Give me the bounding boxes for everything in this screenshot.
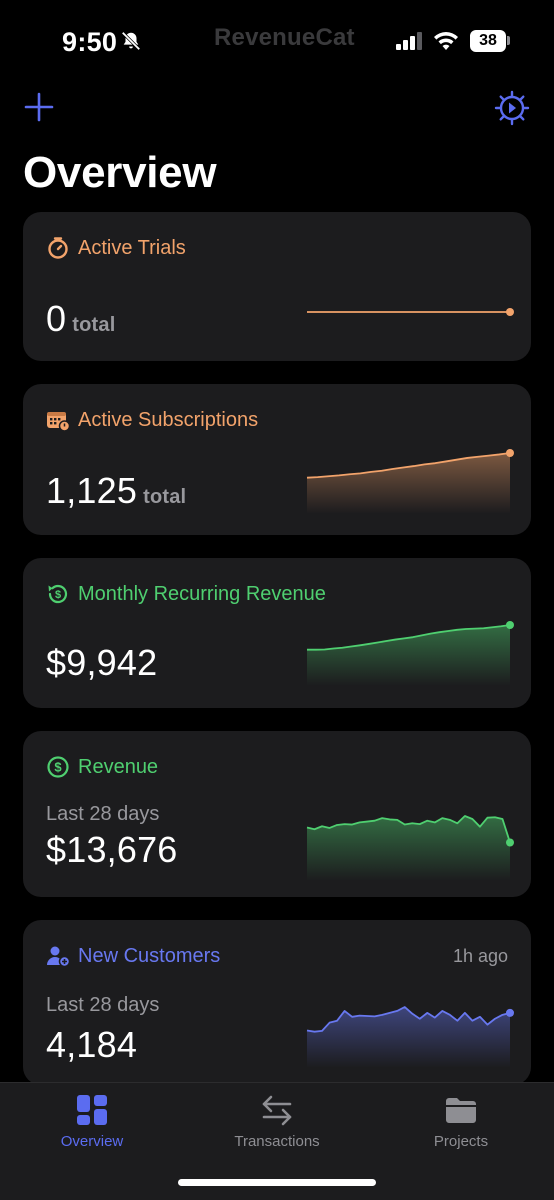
card-value: 0 total (46, 298, 115, 340)
brand-logo: RevenueCat (214, 24, 355, 51)
revenue-card[interactable]: $ Revenue Last 28 days $13,676 (23, 731, 531, 897)
status-time: 9:50 (62, 27, 118, 57)
bell-muted-icon (121, 31, 141, 51)
card-header: $ Monthly Recurring Revenue (46, 582, 326, 606)
value-number: 4,184 (46, 1024, 138, 1065)
tab-label: Transactions (234, 1133, 320, 1150)
calendar-icon (47, 412, 70, 432)
value-number: 0 (46, 298, 67, 339)
sparkline-area (307, 453, 510, 514)
value-number: $13,676 (46, 829, 178, 870)
card-subtitle: Last 28 days (46, 994, 160, 1016)
folder-icon (446, 1098, 476, 1123)
sparkline-chart (306, 1006, 514, 1068)
tab-transactions[interactable]: Transactions (207, 1093, 347, 1150)
active-subscriptions-card[interactable]: Active Subscriptions 1,125 total (23, 384, 531, 535)
timer-icon (48, 237, 68, 259)
add-icon[interactable] (24, 92, 54, 122)
card-value: 4,184 (46, 1024, 137, 1066)
dollar-circle-icon: $ (47, 756, 69, 778)
battery-indicator: 38 (470, 30, 506, 52)
value-unit: total (72, 314, 116, 336)
tab-label: Overview (60, 1133, 124, 1150)
wifi-icon (434, 32, 458, 50)
sparkline-endpoint (506, 1008, 514, 1017)
sparkline-chart (306, 815, 514, 881)
card-title: Active Subscriptions (78, 408, 259, 431)
sparkline-endpoint (506, 308, 514, 316)
svg-text:$: $ (54, 760, 62, 775)
card-title: Active Trials (78, 236, 186, 259)
tab-projects[interactable]: Projects (391, 1093, 531, 1150)
card-value: $13,676 (46, 829, 178, 871)
arrows-icon (262, 1095, 292, 1126)
card-title: Revenue (78, 755, 159, 778)
status-bar: 9:50 RevenueCat 38 (0, 0, 554, 80)
active-trials-card[interactable]: Active Trials 0 total (23, 212, 531, 361)
tab-overview[interactable]: Overview (22, 1093, 162, 1150)
sparkline-endpoint (506, 449, 514, 457)
dashboard-icon (77, 1095, 107, 1125)
value-number: $9,942 (46, 642, 158, 683)
sparkline-endpoint (506, 838, 514, 847)
battery-cap (507, 36, 510, 45)
card-title: Monthly Recurring Revenue (78, 582, 326, 605)
settings-gear-icon[interactable] (494, 90, 530, 126)
new-customers-card[interactable]: New Customers 1h ago Last 28 days 4,184 (23, 920, 531, 1085)
recurring-revenue-icon: $ (48, 584, 68, 604)
sparkline-endpoint (506, 621, 514, 629)
sparkline-chart (307, 308, 514, 316)
card-value: $9,942 (46, 642, 157, 684)
tab-label: Projects (433, 1133, 489, 1150)
sparkline-chart (307, 621, 514, 686)
card-title: New Customers (78, 944, 221, 967)
add-user-icon (47, 946, 70, 968)
last-updated-label: 1h ago (452, 946, 508, 966)
mrr-card[interactable]: $ Monthly Recurring Revenue $9,942 (23, 558, 531, 708)
cellular-signal-icon (396, 32, 422, 50)
value-number: 1,125 (46, 470, 138, 511)
sparkline-area (307, 625, 510, 686)
card-header: Active Trials (46, 236, 186, 260)
sparkline-chart (306, 449, 514, 514)
card-header: Active Subscriptions (46, 408, 258, 432)
card-value: 1,125 total (46, 470, 186, 512)
card-subtitle: Last 28 days (46, 803, 160, 825)
home-indicator (178, 1179, 376, 1186)
card-header: New Customers (46, 944, 220, 968)
page-title: Overview (23, 148, 217, 197)
svg-text:$: $ (55, 589, 61, 601)
card-header: $ Revenue (46, 755, 158, 779)
app-screen: 9:50 RevenueCat 38 Overview Active Trial… (0, 0, 554, 1200)
value-unit: total (143, 486, 187, 508)
